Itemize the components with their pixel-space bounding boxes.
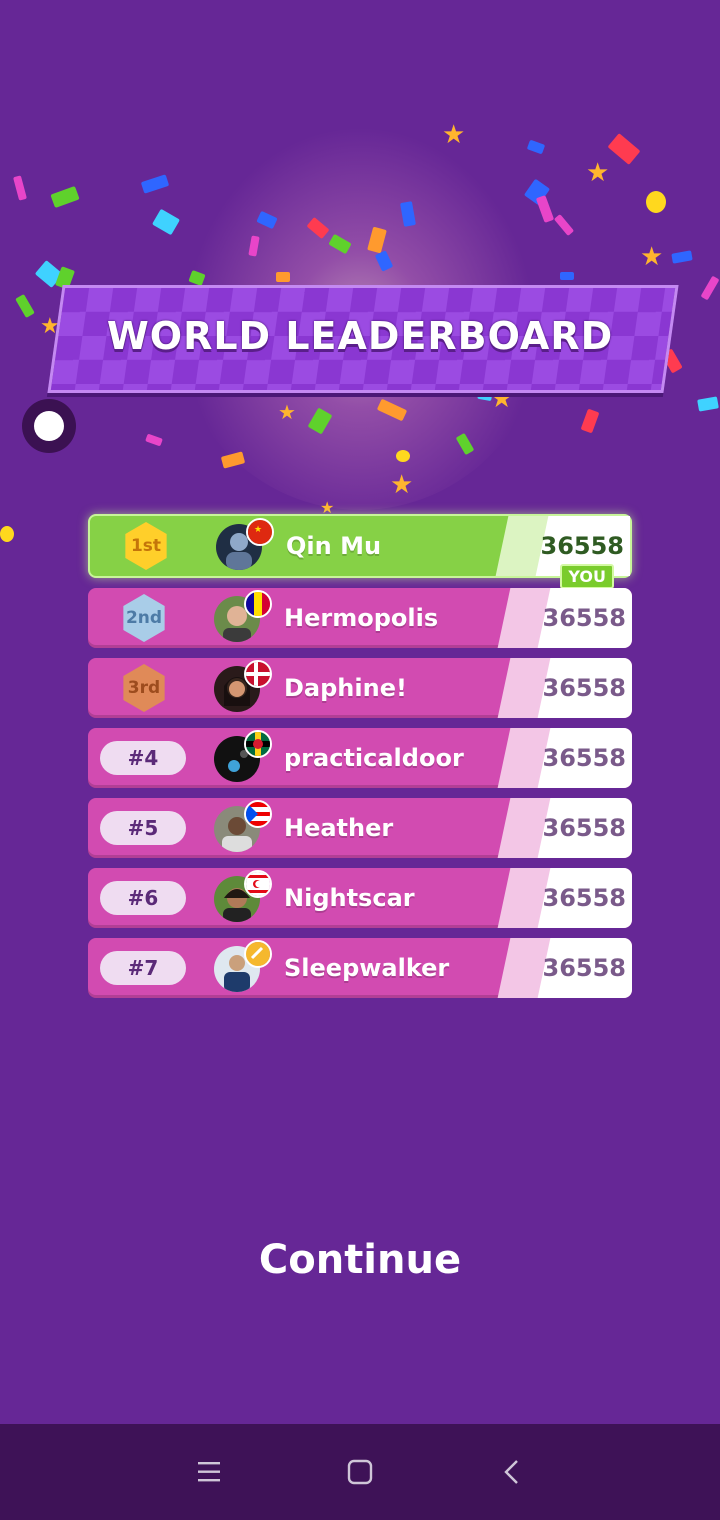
player-score: 36558 — [542, 814, 627, 842]
leaderboard-list: 1st ★ Qin Mu 36558 YOU 2nd Hermopolis 36… — [88, 514, 632, 1008]
rank-medal: 1st — [125, 522, 167, 570]
player-name: Heather — [284, 814, 394, 842]
rank-medal: 2nd — [123, 594, 165, 642]
page-title: WORLD LEADERBOARD — [106, 314, 614, 358]
player-score: 36558 — [542, 884, 627, 912]
leaderboard-row: 1st ★ Qin Mu 36558 YOU — [88, 514, 632, 589]
leaderboard-row: #7 Sleepwalker 36558 — [88, 938, 632, 998]
leaderboard-row: 2nd Hermopolis 36558 — [88, 588, 632, 648]
player-score: 36558 — [542, 674, 627, 702]
player-name: Sleepwalker — [284, 954, 450, 982]
rank-badge: #4 — [100, 741, 186, 775]
leaderboard-row: #5 Heather 36558 — [88, 798, 632, 858]
dominica-flag-icon — [244, 730, 272, 758]
puerto-rico-flag-icon — [244, 800, 272, 828]
you-badge: YOU — [560, 564, 614, 589]
floating-toggle-button[interactable] — [22, 399, 76, 453]
continue-button[interactable]: Continue — [200, 1230, 520, 1290]
menu-icon[interactable] — [190, 1452, 230, 1492]
system-navigation-bar — [0, 1424, 720, 1520]
player-name: Hermopolis — [284, 604, 439, 632]
back-icon[interactable] — [492, 1452, 532, 1492]
rank-badge: #5 — [100, 811, 186, 845]
player-score: 36558 — [542, 954, 627, 982]
score-box: 36558 — [514, 868, 632, 928]
player-score: 36558 — [542, 744, 627, 772]
northern-cyprus-flag-icon — [244, 870, 272, 898]
svg-text:★: ★ — [254, 525, 262, 535]
leaderboard-row: #4 practicaldoor 36558 — [88, 728, 632, 788]
player-name: practicaldoor — [284, 744, 464, 772]
china-flag-icon: ★ — [246, 518, 274, 546]
rank-badge: #7 — [100, 951, 186, 985]
player-name: Qin Mu — [286, 532, 382, 560]
home-icon[interactable] — [340, 1452, 380, 1492]
gold-badge-icon — [244, 940, 272, 968]
leaderboard-row: 3rd Daphine! 36558 — [88, 658, 632, 718]
score-box: 36558 — [514, 658, 632, 718]
player-score: 36558 — [542, 604, 627, 632]
rank-medal: 3rd — [123, 664, 165, 712]
score-box: 36558 — [514, 588, 632, 648]
score-box: 36558 — [514, 938, 632, 998]
denmark-flag-icon — [244, 660, 272, 688]
player-name: Daphine! — [284, 674, 407, 702]
toggle-knob — [34, 411, 64, 441]
score-box: 36558 — [514, 728, 632, 788]
player-name: Nightscar — [284, 884, 415, 912]
leaderboard-row: #6 Nightscar 36558 — [88, 868, 632, 928]
andorra-flag-icon — [244, 590, 272, 618]
score-box: 36558 — [514, 798, 632, 858]
rank-badge: #6 — [100, 881, 186, 915]
